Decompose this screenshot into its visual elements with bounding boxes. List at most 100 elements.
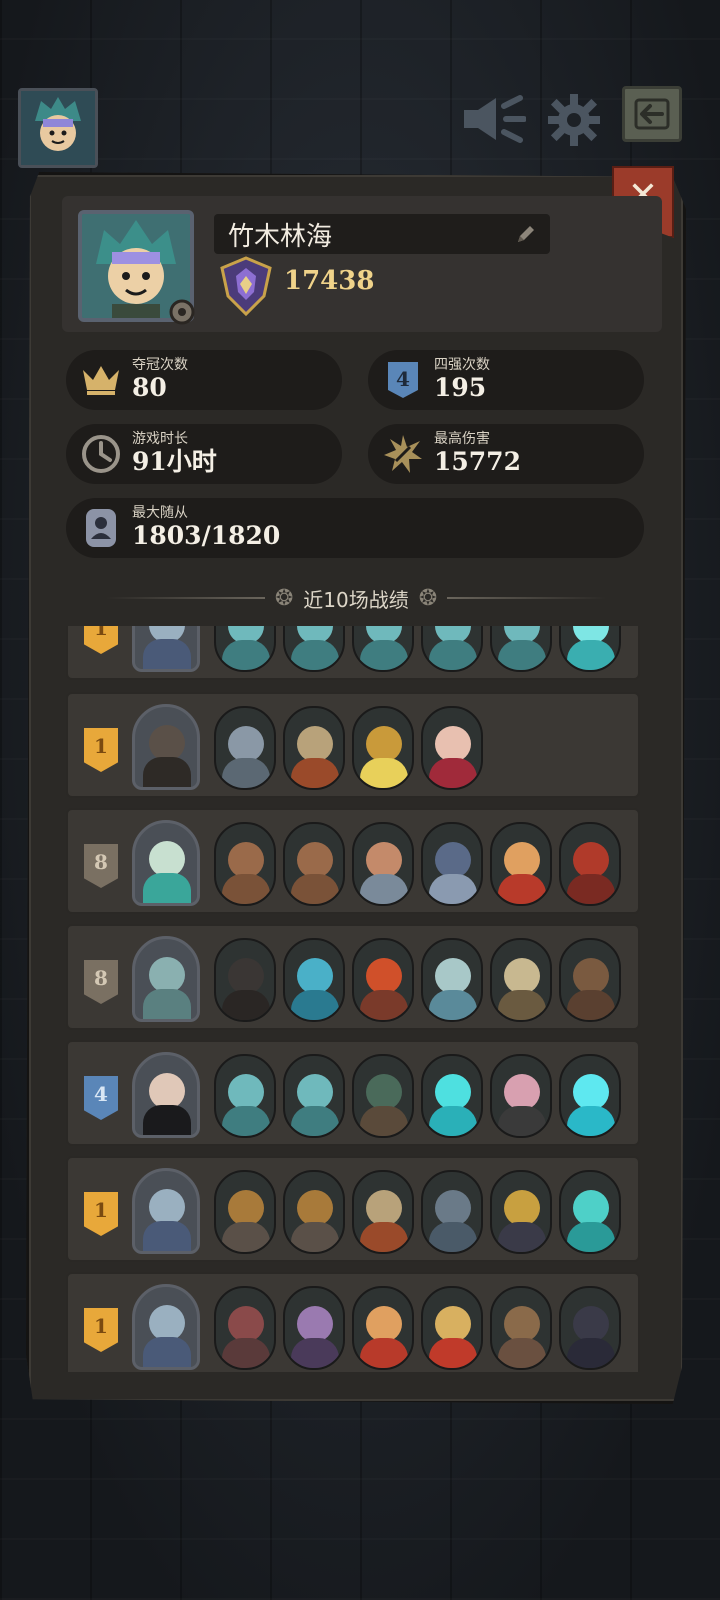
- rank-score: 17438: [284, 266, 375, 296]
- top-bar: [0, 84, 720, 168]
- stat-top4: 4 四强次数 195: [368, 350, 644, 410]
- section-title: 近10场战绩: [303, 587, 409, 612]
- placement-badge: 1: [84, 626, 118, 654]
- stat-label: 游戏时长: [132, 431, 188, 447]
- minion-icon: [421, 938, 483, 1022]
- minion-icon: [559, 1054, 621, 1138]
- minion-icon: [490, 1054, 552, 1138]
- match-row[interactable]: 1: [66, 1272, 640, 1372]
- minion-icon: [559, 626, 621, 672]
- stat-playtime: 游戏时长 91小时: [66, 424, 342, 484]
- minion-icon: [559, 1286, 621, 1370]
- minion-icon: [421, 1286, 483, 1370]
- minion-icon: [490, 1170, 552, 1254]
- stat-label: 夺冠次数: [132, 357, 188, 373]
- minion-icon: [283, 1286, 345, 1370]
- hero-portrait: [132, 936, 200, 1022]
- match-history-list[interactable]: 1 1 8 8 4 1 1: [66, 626, 644, 1372]
- minion-icon: [283, 1170, 345, 1254]
- rank-emblem-icon: [214, 254, 278, 322]
- minion-icon: [421, 1054, 483, 1138]
- stat-championships: 夺冠次数 80: [66, 350, 342, 410]
- minion-icon: [490, 626, 552, 672]
- match-row[interactable]: 4: [66, 1040, 640, 1146]
- stat-value: 195: [434, 373, 487, 402]
- minion-icon: [352, 1286, 414, 1370]
- top4-badge-number: 4: [396, 367, 410, 391]
- player-name: 竹木林海: [228, 221, 333, 252]
- minion-icon: [559, 822, 621, 906]
- minion-icon: [283, 822, 345, 906]
- stat-value: 15772: [434, 447, 521, 476]
- speaker-icon[interactable]: [460, 94, 527, 148]
- minion-icon: [421, 706, 483, 790]
- minion-icon: [283, 938, 345, 1022]
- avatar-settings-gear-icon[interactable]: [166, 296, 198, 332]
- minion-icon: [283, 1054, 345, 1138]
- match-row[interactable]: 8: [66, 924, 640, 1030]
- minion-icon: [214, 938, 276, 1022]
- match-row[interactable]: 8: [66, 808, 640, 914]
- player-avatar-icon: [21, 91, 95, 165]
- stat-value: 80: [132, 373, 167, 402]
- top4-badge-icon: 4: [376, 353, 430, 407]
- stat-max-followers: 最大随从 1803/1820: [66, 498, 644, 558]
- stat-label: 四强次数: [434, 357, 490, 373]
- divider-line: [447, 597, 607, 599]
- minion-icon: [490, 822, 552, 906]
- stat-label: 最高伤害: [434, 431, 490, 447]
- minion-icon: [283, 706, 345, 790]
- hero-portrait: [132, 1168, 200, 1254]
- damage-burst-icon: [376, 427, 430, 481]
- minion-icon: [352, 938, 414, 1022]
- placement-badge: 1: [84, 1308, 118, 1352]
- exit-button[interactable]: [622, 86, 682, 142]
- stat-value: 91小时: [132, 447, 217, 476]
- minion-icon: [214, 706, 276, 790]
- minion-icon: [352, 706, 414, 790]
- minion-icon: [214, 822, 276, 906]
- clock-icon: [74, 427, 128, 481]
- minion-icon: [214, 626, 276, 672]
- match-row[interactable]: 1: [66, 626, 640, 680]
- hero-portrait: [132, 626, 200, 672]
- placement-badge: 8: [84, 960, 118, 1004]
- minion-icon: [352, 822, 414, 906]
- minion-icon: [214, 1054, 276, 1138]
- minion-icon: [559, 1170, 621, 1254]
- gear-icon[interactable]: [548, 94, 600, 150]
- placement-badge: 4: [84, 1076, 118, 1120]
- match-row[interactable]: 1: [66, 1156, 640, 1262]
- exit-arrow-icon: [634, 98, 670, 130]
- minion-icon: [352, 1170, 414, 1254]
- minion-icon: [421, 822, 483, 906]
- placement-badge: 8: [84, 844, 118, 888]
- recent-matches-header: ❂ 近10场战绩 ❂: [106, 582, 607, 614]
- pencil-edit-icon[interactable]: [514, 222, 538, 250]
- hero-portrait: [132, 704, 200, 790]
- crown-icon: [74, 353, 128, 407]
- minion-icon: [421, 1170, 483, 1254]
- match-row[interactable]: 1: [66, 692, 640, 798]
- hero-portrait: [132, 1052, 200, 1138]
- hero-portrait: [132, 820, 200, 906]
- minion-icon: [214, 1286, 276, 1370]
- stat-label: 最大随从: [132, 505, 188, 521]
- minion-icon: [559, 938, 621, 1022]
- placement-badge: 1: [84, 728, 118, 772]
- minion-icon: [490, 1286, 552, 1370]
- minion-icon: [283, 626, 345, 672]
- divider-line: [106, 597, 265, 599]
- follower-card-icon: [74, 501, 128, 555]
- stat-value: 1803/1820: [132, 521, 281, 550]
- swirl-ornament-icon: ❂: [274, 585, 294, 611]
- stat-max-damage: 最高伤害 15772: [368, 424, 644, 484]
- swirl-ornament-icon: ❂: [418, 585, 438, 611]
- player-name-bar: 竹木林海: [214, 214, 550, 254]
- placement-badge: 1: [84, 1192, 118, 1236]
- top-avatar-button[interactable]: [18, 88, 98, 168]
- minion-icon: [352, 626, 414, 672]
- minion-icon: [490, 938, 552, 1022]
- hero-portrait: [132, 1284, 200, 1370]
- minion-icon: [421, 626, 483, 672]
